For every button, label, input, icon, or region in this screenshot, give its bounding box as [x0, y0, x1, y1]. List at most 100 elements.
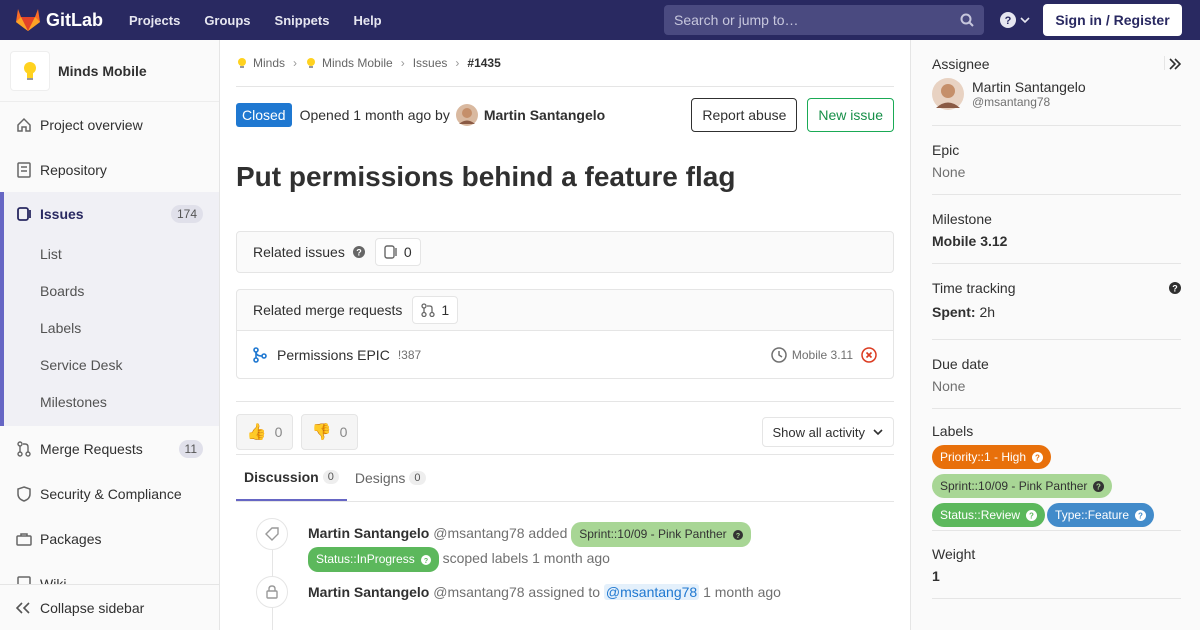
- sidebar-subitem-labels[interactable]: Labels: [4, 310, 219, 347]
- breadcrumb-separator: ›: [293, 56, 298, 70]
- milestone-value[interactable]: Mobile 3.12: [932, 233, 1181, 249]
- svg-text:?: ?: [1096, 482, 1101, 491]
- question-icon[interactable]: ?: [352, 246, 365, 258]
- activity-filter-dropdown[interactable]: Show all activity: [761, 417, 894, 447]
- breadcrumb-minds-mobile[interactable]: Minds Mobile: [322, 56, 393, 70]
- avatar[interactable]: [932, 78, 964, 110]
- tab-discussion[interactable]: Discussion 0: [236, 455, 347, 501]
- avatar[interactable]: [455, 104, 478, 126]
- sidebar-item-packages[interactable]: Packages: [0, 516, 219, 561]
- chevron-down-icon: [873, 429, 883, 436]
- time-tracking-section: Time tracking ? Spent: 2h: [932, 264, 1181, 340]
- scoped-label-sprint[interactable]: Sprint::10/09 - Pink Panther?: [571, 522, 751, 547]
- collapse-right-sidebar-icon[interactable]: [1169, 58, 1181, 70]
- note-tail: scoped labels 1 month ago: [442, 550, 610, 566]
- system-note: Martin Santangelo @msantang78 assigned t…: [236, 576, 894, 630]
- label-pill[interactable]: Priority::1 - High?: [932, 445, 1052, 469]
- opened-text: Opened 1 month ago by: [299, 107, 450, 123]
- nav-projects[interactable]: Projects: [129, 13, 180, 28]
- lightbulb-icon: [24, 61, 36, 80]
- related-mr-item[interactable]: Permissions EPIC !387 Mobile 3.11: [237, 330, 893, 378]
- epic-section: Epic None: [932, 126, 1181, 195]
- sidebar-item-security[interactable]: Security & Compliance: [0, 471, 219, 516]
- label-icon: [256, 518, 288, 550]
- related-mr-title[interactable]: Permissions EPIC: [277, 347, 390, 363]
- note-action: added: [528, 525, 568, 541]
- note-time: 1 month ago: [703, 584, 781, 600]
- assignee-title: Assignee: [932, 56, 990, 72]
- sidebar-item-label: Issues: [40, 206, 84, 222]
- breadcrumb-issues[interactable]: Issues: [413, 56, 448, 70]
- assignee-name[interactable]: Martin Santangelo: [972, 79, 1086, 95]
- sign-in-button[interactable]: Sign in / Register: [1043, 4, 1182, 36]
- breadcrumb-minds[interactable]: Minds: [253, 56, 285, 70]
- report-abuse-button[interactable]: Report abuse: [691, 98, 798, 132]
- note-handle[interactable]: @msantang78: [433, 584, 524, 600]
- label-text: Priority::1 - High: [940, 450, 1027, 464]
- issue-author-link[interactable]: Martin Santangelo: [484, 107, 605, 123]
- related-issues-box: Related issues ? 0: [236, 231, 894, 273]
- labels-section: Labels Priority::1 - High? Sprint::10/09 …: [932, 409, 1181, 531]
- question-icon[interactable]: ?: [1169, 282, 1181, 294]
- thumbs-down-button[interactable]: 👎 0: [301, 414, 358, 450]
- tab-label: Designs: [354, 470, 406, 486]
- assignee-handle: @msantang78: [972, 95, 1051, 109]
- note-action: assigned to: [528, 584, 601, 600]
- label-pill[interactable]: Status::Review?: [932, 503, 1046, 527]
- scoped-label-status[interactable]: Status::InProgress?: [308, 547, 439, 572]
- issue-right-sidebar: Assignee Martin Santangelo @msantang78 E…: [910, 40, 1200, 630]
- mention-link[interactable]: @msantang78: [603, 584, 700, 600]
- sidebar-subitem-service-desk[interactable]: Service Desk: [4, 347, 219, 384]
- help-dropdown[interactable]: ?: [1000, 12, 1030, 28]
- project-header[interactable]: Minds Mobile: [0, 40, 219, 102]
- clock-icon: [771, 346, 787, 363]
- label-pill[interactable]: Type::Feature?: [1047, 503, 1155, 527]
- merged-icon: [253, 346, 267, 363]
- note-author[interactable]: Martin Santangelo: [308, 584, 429, 600]
- tab-count: 0: [322, 470, 339, 484]
- sidebar-subitem-list[interactable]: List: [4, 236, 219, 273]
- sidebar-item-label: Security & Compliance: [40, 485, 182, 502]
- note-author[interactable]: Martin Santangelo: [308, 525, 429, 541]
- new-issue-button[interactable]: New issue: [807, 98, 894, 132]
- thumbs-up-button[interactable]: 👍 0: [236, 414, 293, 450]
- nav-help[interactable]: Help: [353, 13, 381, 28]
- sidebar-item-issues[interactable]: Issues 174: [4, 192, 219, 236]
- nav-groups[interactable]: Groups: [204, 13, 250, 28]
- lightbulb-icon: [238, 58, 246, 68]
- sidebar-item-repository[interactable]: Repository: [0, 147, 219, 192]
- sidebar-item-merge-requests[interactable]: Merge Requests 11: [0, 426, 219, 471]
- svg-text:?: ?: [356, 248, 362, 258]
- weight-section: Weight 1: [932, 531, 1181, 599]
- nav-snippets[interactable]: Snippets: [275, 13, 330, 28]
- related-issues-count: 0: [374, 238, 421, 266]
- collapse-sidebar-button[interactable]: Collapse sidebar: [0, 584, 219, 630]
- due-date-title: Due date: [932, 356, 989, 372]
- labels-title: Labels: [932, 423, 974, 439]
- milestone-title: Milestone: [932, 211, 992, 227]
- gitlab-logo[interactable]: GitLab: [16, 9, 105, 31]
- svg-text:?: ?: [1029, 511, 1034, 520]
- sidebar-subitem-boards[interactable]: Boards: [4, 273, 219, 310]
- svg-text:?: ?: [1138, 511, 1143, 520]
- question-icon: ?: [1000, 12, 1016, 28]
- note-handle[interactable]: @msantang78: [433, 525, 524, 541]
- issues-icon: [17, 207, 31, 221]
- sidebar-subitem-milestones[interactable]: Milestones: [4, 384, 219, 426]
- sidebar-item-label: Packages: [40, 530, 102, 547]
- related-mr-milestone: Mobile 3.11: [791, 347, 853, 362]
- epic-value: None: [932, 164, 966, 180]
- breadcrumb-issue-number[interactable]: #1435: [467, 56, 500, 70]
- status-badge: Closed: [236, 103, 292, 127]
- thumbs-up-count: 0: [274, 424, 283, 440]
- pipeline-failed-icon[interactable]: [861, 346, 877, 363]
- sidebar-item-project-overview[interactable]: Project overview: [0, 102, 219, 147]
- related-mr-ref: !387: [397, 347, 422, 362]
- issue-tabs: Discussion 0 Designs 0: [236, 454, 894, 502]
- label-pill[interactable]: Sprint::10/09 - Pink Panther?: [932, 474, 1113, 498]
- tab-designs[interactable]: Designs 0: [347, 455, 434, 501]
- breadcrumb-separator: ›: [400, 56, 405, 70]
- svg-text:?: ?: [736, 533, 740, 540]
- search-input[interactable]: Search or jump to…: [664, 5, 984, 35]
- tab-count: 0: [409, 471, 426, 485]
